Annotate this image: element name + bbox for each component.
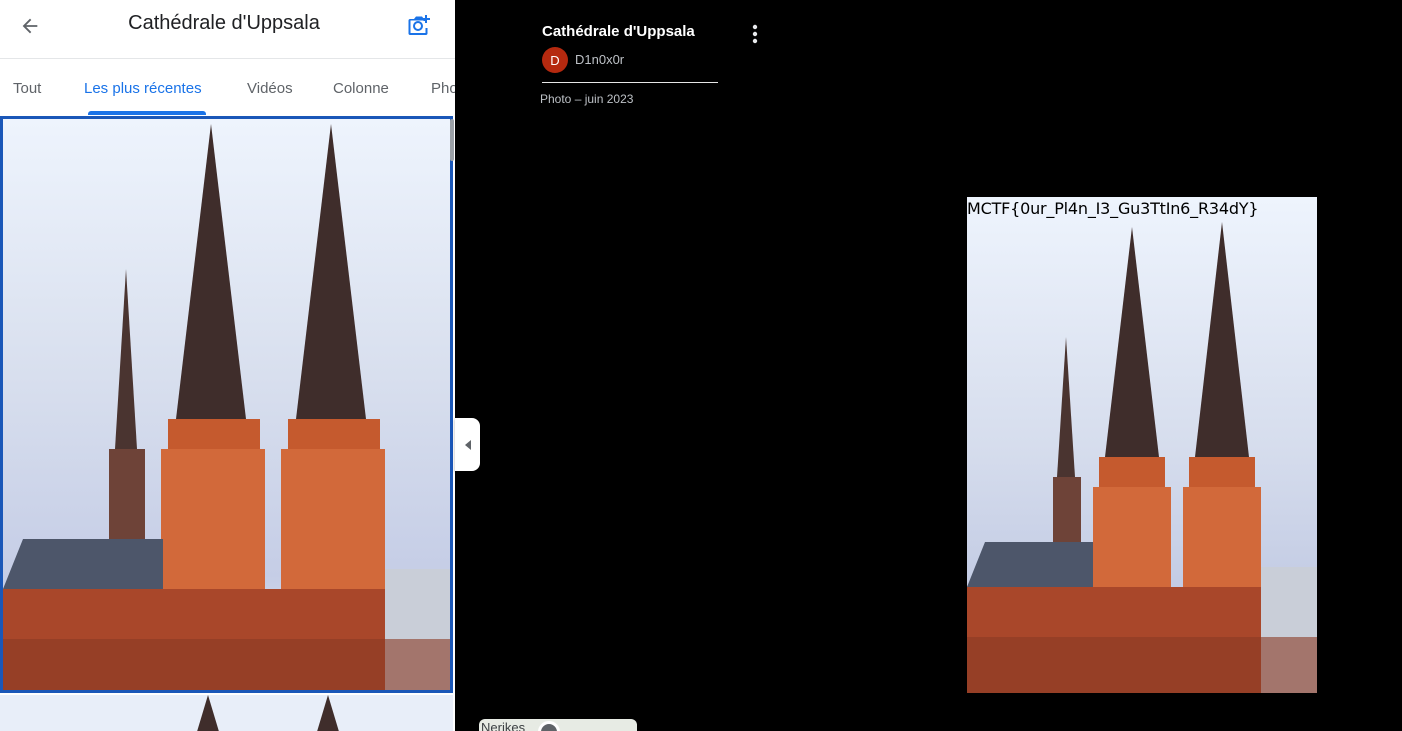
cathedral-image <box>0 695 453 731</box>
scrollbar[interactable] <box>450 119 454 161</box>
caret-left-icon <box>463 439 473 451</box>
viewer-title: Cathédrale d'Uppsala <box>542 23 695 40</box>
cathedral-image <box>3 119 450 690</box>
selected-photo-thumbnail[interactable] <box>0 116 453 693</box>
map-pin-icon <box>538 721 560 731</box>
camera-plus-icon <box>405 12 433 40</box>
tab-photos[interactable]: Pho <box>431 80 455 97</box>
panel-header: Cathédrale d'Uppsala <box>0 0 455 59</box>
more-vert-icon <box>752 24 758 44</box>
photo-date: Photo – juin 2023 <box>540 92 634 106</box>
author-name[interactable]: D1n0x0r <box>575 52 624 67</box>
main-photo[interactable]: MCTF{0ur_Pl4n_I3_Gu3TtIn6_R34dY} <box>967 197 1317 693</box>
next-photo-thumbnail[interactable] <box>0 695 453 731</box>
active-tab-indicator <box>88 111 206 115</box>
avatar[interactable]: D <box>542 47 568 73</box>
cathedral-image <box>967 197 1317 693</box>
image-overlay-text: MCTF{0ur_Pl4n_I3_Gu3TtIn6_R34dY} <box>967 199 1259 218</box>
divider <box>542 82 718 83</box>
add-photo-button[interactable] <box>404 11 434 41</box>
tab-tout[interactable]: Tout <box>13 80 41 97</box>
tab-videos[interactable]: Vidéos <box>247 80 293 97</box>
minimap-place-label: Nerikes <box>481 720 526 731</box>
tab-les-plus-recentes[interactable]: Les plus récentes <box>84 80 202 97</box>
photo-gallery-panel: Cathédrale d'Uppsala Tout Les plus récen… <box>0 0 455 731</box>
collapse-panel-button[interactable] <box>455 418 480 471</box>
minimap[interactable]: Nerikes <box>479 719 637 731</box>
photo-tabs: Tout Les plus récentes Vidéos Colonne Ph… <box>0 60 455 117</box>
more-options-button[interactable] <box>743 22 767 46</box>
tab-colonne[interactable]: Colonne <box>333 80 389 97</box>
page-title: Cathédrale d'Uppsala <box>128 12 320 34</box>
